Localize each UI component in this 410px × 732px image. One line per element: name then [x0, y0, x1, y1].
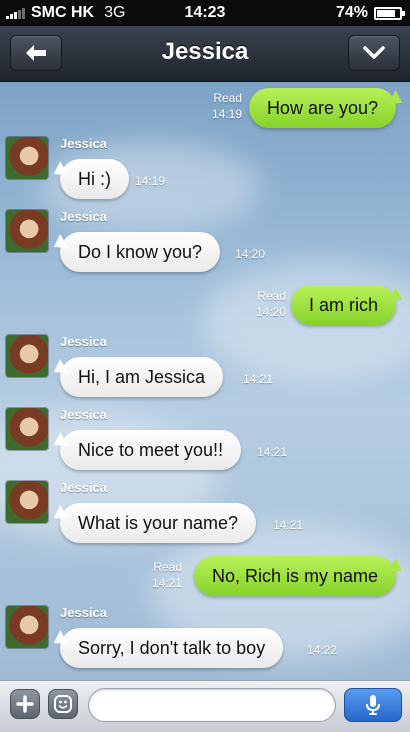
sender-name: Jessica	[60, 605, 107, 620]
message-meta: Read 14:19	[212, 90, 242, 122]
outgoing-message[interactable]: How are you?	[248, 88, 396, 128]
read-receipt: Read	[213, 91, 242, 105]
contact-avatar[interactable]	[6, 335, 48, 377]
message-meta: Read 14:20	[256, 288, 286, 320]
message-time: 14:22	[307, 643, 338, 657]
microphone-icon	[366, 695, 380, 715]
message-time: 14:20	[235, 247, 266, 261]
emoticon-button[interactable]	[48, 689, 78, 719]
contact-avatar[interactable]	[6, 481, 48, 523]
sender-name: Jessica	[60, 334, 107, 349]
contact-avatar[interactable]	[6, 408, 48, 450]
message-input-bar	[0, 680, 410, 732]
attach-button[interactable]	[10, 689, 40, 719]
incoming-message[interactable]: Hi :)	[60, 159, 129, 199]
battery-percent: 74%	[335, 4, 368, 21]
incoming-message[interactable]: Do I know you?	[60, 232, 221, 272]
outgoing-message[interactable]: I am rich	[290, 285, 396, 325]
battery-icon	[374, 6, 405, 20]
voice-message-button[interactable]	[344, 688, 402, 722]
incoming-message[interactable]: Sorry, I don't talk to boy	[60, 628, 284, 668]
chat-history[interactable]: Read 14:19 How are you? Jessica Hi :) 14…	[0, 82, 410, 680]
message-time: 14:21	[273, 518, 304, 532]
message-time: 14:20	[255, 305, 286, 319]
read-receipt: Read	[153, 560, 182, 574]
navigation-bar: Jessica	[0, 26, 410, 82]
incoming-message[interactable]: What is your name?	[60, 503, 257, 543]
plus-icon	[16, 695, 34, 713]
conversation-title: Jessica	[161, 38, 249, 65]
emoticon-icon	[54, 695, 72, 713]
message-time: 14:19	[211, 107, 242, 121]
message-time: 14:21	[257, 445, 288, 459]
sender-name: Jessica	[60, 209, 107, 224]
read-receipt: Read	[257, 289, 286, 303]
contact-avatar[interactable]	[6, 137, 48, 179]
sender-name: Jessica	[60, 480, 107, 495]
message-time: 14:19	[135, 174, 166, 188]
sender-name: Jessica	[60, 136, 107, 151]
contact-avatar[interactable]	[6, 210, 48, 252]
message-time: 14:21	[243, 372, 274, 386]
message-time: 14:21	[151, 576, 182, 590]
message-meta: Read 14:21	[152, 559, 182, 591]
sender-name: Jessica	[60, 407, 107, 422]
back-button[interactable]	[10, 35, 62, 71]
status-bar: SMC HK 3G 14:23 74%	[0, 0, 410, 26]
chevron-down-icon	[363, 46, 385, 59]
options-dropdown-button[interactable]	[348, 35, 400, 71]
back-arrow-icon	[26, 45, 46, 61]
incoming-message[interactable]: Hi, I am Jessica	[60, 357, 224, 397]
incoming-message[interactable]: Nice to meet you!!	[60, 430, 242, 470]
contact-avatar[interactable]	[6, 606, 48, 648]
outgoing-message[interactable]: No, Rich is my name	[193, 556, 396, 596]
message-input[interactable]	[88, 688, 336, 722]
